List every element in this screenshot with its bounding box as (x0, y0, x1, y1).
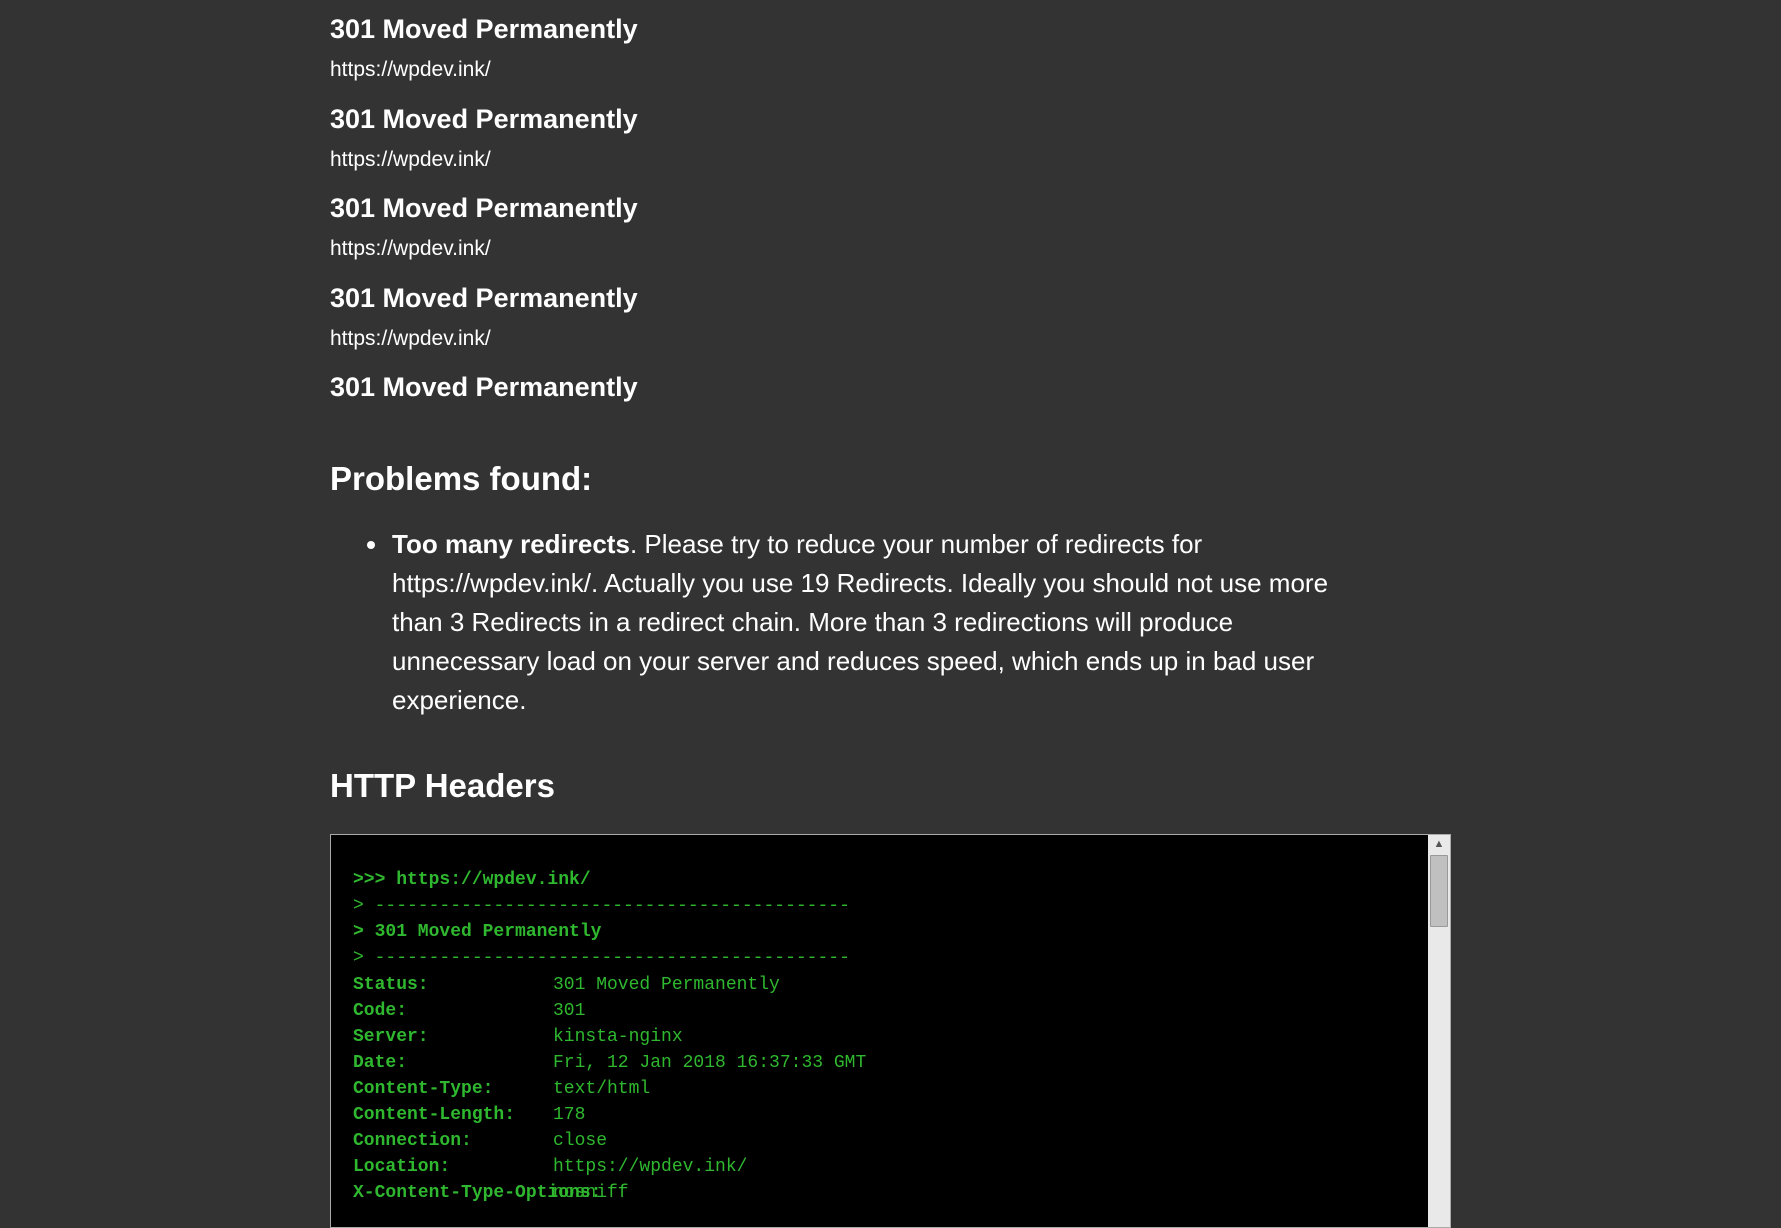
header-key: Server: (353, 1024, 553, 1050)
terminal-body: >>> https://wpdev.ink/> ----------------… (331, 835, 1428, 1227)
terminal-line: > --------------------------------------… (353, 893, 1406, 919)
header-key: Date: (353, 1050, 553, 1076)
header-key: Content-Type: (353, 1076, 553, 1102)
scrollbar-up-arrow-icon[interactable]: ▲ (1428, 835, 1450, 855)
redirect-url: https://wpdev.ink/ (330, 145, 1451, 175)
problem-lead: Too many redirects (392, 529, 630, 559)
header-key: Status: (353, 972, 553, 998)
header-value: 178 (553, 1105, 585, 1125)
header-value: nosniff (553, 1183, 629, 1203)
redirect-status: 301 Moved Permanently (330, 189, 1451, 228)
terminal-line: >>> https://wpdev.ink/ (353, 867, 1406, 893)
header-key: Code: (353, 998, 553, 1024)
header-value: text/html (553, 1079, 650, 1099)
header-row: Date:Fri, 12 Jan 2018 16:37:33 GMT (353, 1050, 1406, 1076)
scrollbar-thumb[interactable] (1430, 855, 1448, 927)
http-headers-heading: HTTP Headers (330, 762, 1451, 810)
header-value: kinsta-nginx (553, 1027, 683, 1047)
redirect-status: 301 Moved Permanently (330, 368, 1451, 407)
redirect-url: https://wpdev.ink/ (330, 324, 1451, 354)
problem-item: Too many redirects. Please try to reduce… (390, 525, 1451, 720)
problems-heading: Problems found: (330, 455, 1451, 503)
redirect-url: https://wpdev.ink/ (330, 234, 1451, 264)
header-value: https://wpdev.ink/ (553, 1157, 747, 1177)
terminal-panel: >>> https://wpdev.ink/> ----------------… (330, 834, 1451, 1228)
redirect-status: 301 Moved Permanently (330, 100, 1451, 139)
header-key: Connection: (353, 1128, 553, 1154)
header-value: close (553, 1131, 607, 1151)
header-key: X-Content-Type-Options: (353, 1180, 553, 1206)
header-row: X-Content-Type-Options:nosniff (353, 1180, 1406, 1206)
terminal-line: > 301 Moved Permanently (353, 919, 1406, 945)
header-value: 301 (553, 1001, 585, 1021)
header-key: Content-Length: (353, 1102, 553, 1128)
header-value: 301 Moved Permanently (553, 975, 780, 995)
header-row: Content-Type:text/html (353, 1076, 1406, 1102)
header-row: Server:kinsta-nginx (353, 1024, 1406, 1050)
redirect-chain: 301 Moved Permanently https://wpdev.ink/3… (330, 10, 1451, 407)
header-row: Location:https://wpdev.ink/ (353, 1154, 1406, 1180)
terminal-scrollbar[interactable]: ▲ (1428, 835, 1450, 1227)
redirect-status: 301 Moved Permanently (330, 279, 1451, 318)
header-row: Code:301 (353, 998, 1406, 1024)
header-row: Content-Length:178 (353, 1102, 1406, 1128)
problems-list: Too many redirects. Please try to reduce… (360, 525, 1451, 720)
terminal-line: > --------------------------------------… (353, 945, 1406, 971)
redirect-url: https://wpdev.ink/ (330, 55, 1451, 85)
page-root: 301 Moved Permanently https://wpdev.ink/3… (0, 10, 1781, 1228)
header-row: Connection:close (353, 1128, 1406, 1154)
header-value: Fri, 12 Jan 2018 16:37:33 GMT (553, 1053, 866, 1073)
header-row: Status:301 Moved Permanently (353, 972, 1406, 998)
header-key: Location: (353, 1154, 553, 1180)
redirect-status: 301 Moved Permanently (330, 10, 1451, 49)
